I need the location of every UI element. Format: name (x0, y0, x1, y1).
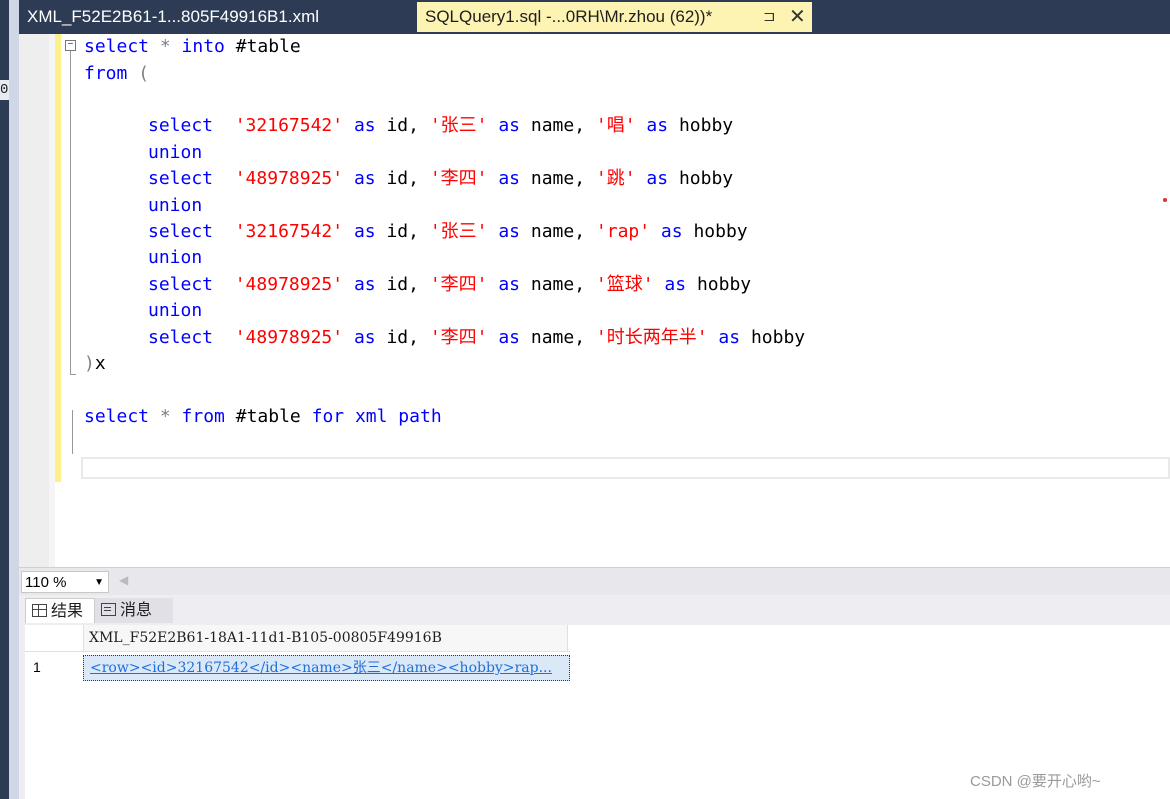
zoom-value: 110 % (25, 574, 67, 591)
tab-messages[interactable]: 消息 (95, 598, 173, 623)
tab-sql-query[interactable]: SQLQuery1.sql -...0RH\Mr.zhou (62))* ⊐ ✕ (417, 2, 812, 32)
row-number: 1 (33, 659, 41, 675)
document-tab-bar: XML_F52E2B61-1...805F49916B1.xml SQLQuer… (19, 0, 1170, 34)
left-panel-glyph: 0 (0, 80, 9, 100)
results-tab-bar: 结果 消息 (19, 595, 1170, 625)
line-gutter (19, 34, 49, 567)
scroll-left-icon[interactable]: ◀ (119, 573, 128, 587)
tab-sql-query-label: SQLQuery1.sql -...0RH\Mr.zhou (62))* (425, 7, 713, 26)
left-panel-edge (9, 0, 19, 799)
tab-results[interactable]: 结果 (25, 598, 95, 623)
marker-dot (1163, 198, 1167, 202)
outline-guide-2 (72, 410, 73, 454)
code-line-4: select '32167542' as id, '张三' as name, '… (148, 115, 734, 136)
outline-guide-end (70, 374, 76, 375)
code-line-8: select '32167542' as id, '张三' as name, '… (148, 221, 748, 242)
code-line-10: select '48978925' as id, '李四' as name, '… (148, 274, 752, 295)
zoom-dropdown[interactable]: 110 % ▼ (21, 571, 109, 593)
code-line-7: union (148, 195, 203, 216)
code-line-5: union (148, 142, 203, 163)
sql-editor[interactable]: − select * into #table from ( select '32… (19, 34, 1170, 567)
code-line-2: from ( (84, 63, 150, 84)
xml-result-link[interactable]: <row><id>32167542</id><name>张三</name><ho… (83, 655, 570, 681)
tab-xml-result[interactable]: XML_F52E2B61-1...805F49916B1.xml (19, 2, 417, 32)
pin-icon[interactable]: ⊐ (763, 2, 776, 32)
chevron-down-icon: ▼ (94, 577, 104, 588)
code-line-13: )x (84, 353, 106, 374)
grid-icon (32, 604, 47, 617)
code-line-11: union (148, 300, 203, 321)
tab-results-label: 结果 (51, 603, 84, 620)
watermark: CSDN @要开心哟~ (970, 773, 1101, 790)
collapse-toggle-icon[interactable]: − (65, 40, 76, 51)
code-line-12: select '48978925' as id, '李四' as name, '… (148, 327, 806, 348)
code-line-9: union (148, 247, 203, 268)
code-line-1: select * into #table (84, 36, 301, 57)
code-line-15: select * from #table for xml path (84, 406, 442, 427)
code-line-6: select '48978925' as id, '李四' as name, '… (148, 168, 734, 189)
column-header[interactable]: XML_F52E2B61-18A1-11d1-B105-00805F49916B (83, 625, 568, 651)
change-tracking-bar (55, 34, 61, 482)
outline-guide (70, 51, 71, 374)
close-icon[interactable]: ✕ (789, 2, 806, 32)
message-icon (101, 603, 116, 616)
left-panel-strip (0, 0, 9, 799)
current-line-highlight (81, 457, 1170, 479)
editor-status-bar: 110 % ▼ ◀ (19, 567, 1170, 596)
tab-messages-label: 消息 (120, 602, 153, 619)
